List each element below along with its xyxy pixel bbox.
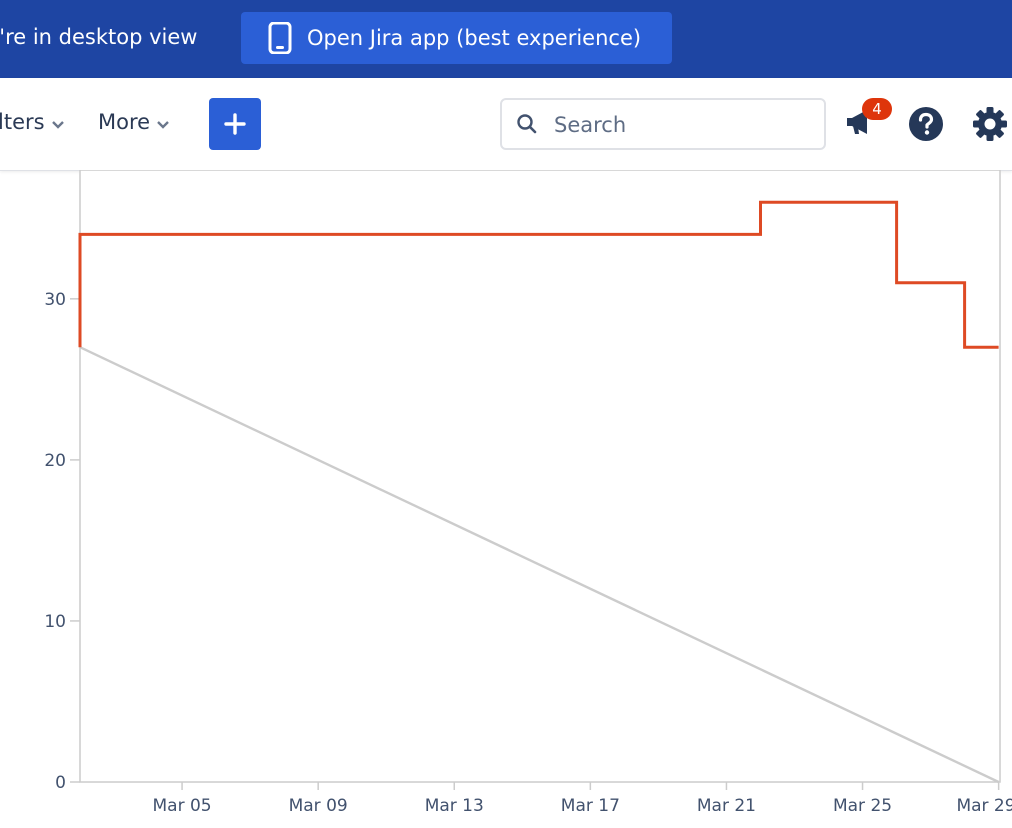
chevron-down-icon	[156, 111, 170, 135]
y-tick-label: 0	[55, 773, 66, 793]
y-tick-label: 30	[44, 290, 66, 310]
phone-icon	[268, 21, 292, 58]
x-axis: Mar 05 Mar 09 Mar 13 Mar 17 Mar 21 Mar 25 Mar …	[153, 782, 1012, 816]
plus-icon	[224, 113, 246, 135]
notification-count-badge: 4	[862, 98, 892, 120]
burndown-chart: 0102030 Mar 05 Mar 09 Mar 13 Mar 17 Mar 21 Ma…	[44, 170, 1012, 816]
create-button[interactable]	[209, 98, 261, 150]
top-navigation-bar: lters More	[0, 78, 1012, 171]
help-button[interactable]	[908, 106, 944, 146]
x-tick-label: Mar 29	[956, 796, 1012, 816]
desktop-view-text: u're in desktop view	[0, 25, 198, 49]
x-tick-label: Mar 25	[833, 796, 892, 816]
x-tick-label: Mar 21	[697, 796, 756, 816]
more-label: More	[98, 110, 151, 134]
x-tick-label: Mar 05	[153, 796, 212, 816]
search-icon	[516, 113, 538, 139]
more-menu[interactable]: More	[98, 110, 170, 135]
y-tick-label: 10	[44, 612, 66, 632]
filters-label: lters	[0, 110, 45, 134]
help-icon	[909, 107, 943, 141]
filters-menu[interactable]: lters	[0, 110, 65, 135]
chevron-down-icon	[51, 111, 65, 135]
open-jira-app-button[interactable]: Open Jira app (best experience)	[241, 12, 672, 64]
x-tick-label: Mar 13	[425, 796, 484, 816]
search-box[interactable]	[500, 98, 826, 150]
search-input[interactable]	[552, 110, 816, 140]
plot-area	[79, 170, 1001, 783]
open-jira-app-label: Open Jira app (best experience)	[307, 26, 642, 50]
y-tick-label: 20	[44, 451, 66, 471]
x-tick-label: Mar 17	[561, 796, 620, 816]
gear-icon	[973, 107, 1007, 141]
y-axis: 0 10 20 30	[44, 290, 80, 793]
mobile-banner: u're in desktop view Open Jira app (best…	[0, 0, 1012, 78]
x-tick-label: Mar 09	[289, 796, 348, 816]
settings-button[interactable]	[972, 106, 1008, 146]
